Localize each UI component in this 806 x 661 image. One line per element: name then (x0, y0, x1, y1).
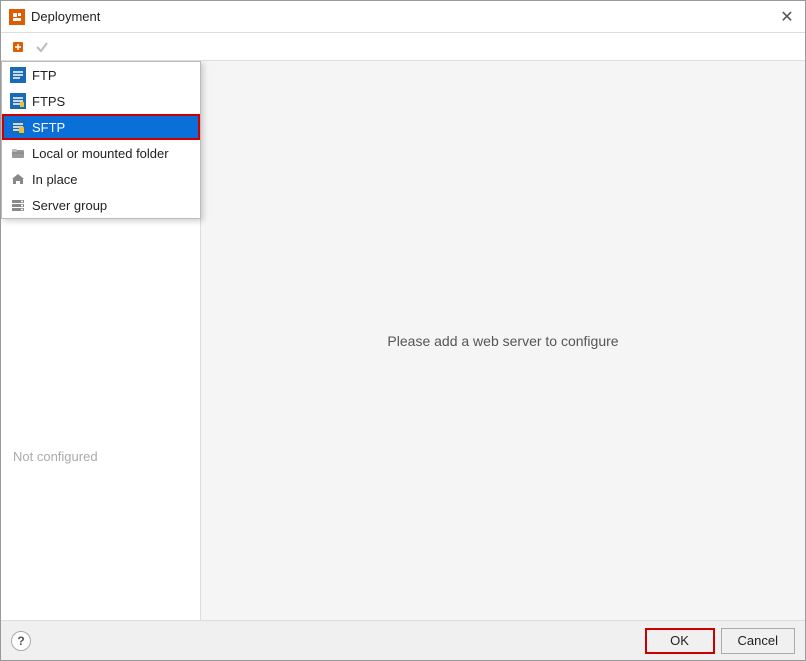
house-icon (10, 171, 26, 187)
add-button[interactable] (7, 36, 29, 58)
dropdown-item-ftps[interactable]: FTPS (2, 88, 200, 114)
sidebar-content: Not configured (1, 221, 200, 620)
sftp-icon (10, 119, 26, 135)
main-placeholder-text: Please add a web server to configure (387, 333, 618, 349)
ftps-icon (10, 93, 26, 109)
confirm-button[interactable] (31, 36, 53, 58)
ftps-label: FTPS (32, 94, 65, 109)
toolbar (1, 33, 805, 61)
cancel-button[interactable]: Cancel (721, 628, 795, 654)
window-title: Deployment (31, 9, 100, 24)
ftp-label: FTP (32, 68, 57, 83)
footer: ? OK Cancel (1, 620, 805, 660)
not-configured-text: Not configured (5, 229, 196, 472)
servergroup-label: Server group (32, 198, 107, 213)
dropdown-menu: FTP FTPS (1, 61, 201, 219)
app-icon (9, 9, 25, 25)
ok-button[interactable]: OK (645, 628, 715, 654)
help-button[interactable]: ? (11, 631, 31, 651)
ftp-icon (10, 67, 26, 83)
dropdown-item-sftp[interactable]: SFTP (2, 114, 200, 140)
dropdown-item-local[interactable]: Local or mounted folder (2, 140, 200, 166)
dropdown-item-inplace[interactable]: In place (2, 166, 200, 192)
content-area: FTP FTPS (1, 61, 805, 620)
servergroup-icon (10, 197, 26, 213)
close-button[interactable]: ✕ (777, 7, 797, 27)
sidebar-container: FTP FTPS (1, 61, 201, 620)
main-area: Please add a web server to configure (201, 61, 805, 620)
inplace-label: In place (32, 172, 78, 187)
footer-left: ? (11, 631, 31, 651)
local-label: Local or mounted folder (32, 146, 169, 161)
deployment-window: Deployment ✕ (0, 0, 806, 661)
sftp-label: SFTP (32, 120, 65, 135)
title-bar-left: Deployment (9, 9, 100, 25)
footer-buttons: OK Cancel (645, 628, 795, 654)
dropdown-item-ftp[interactable]: FTP (2, 62, 200, 88)
dropdown-item-servergroup[interactable]: Server group (2, 192, 200, 218)
local-folder-icon (10, 145, 26, 161)
title-bar: Deployment ✕ (1, 1, 805, 33)
